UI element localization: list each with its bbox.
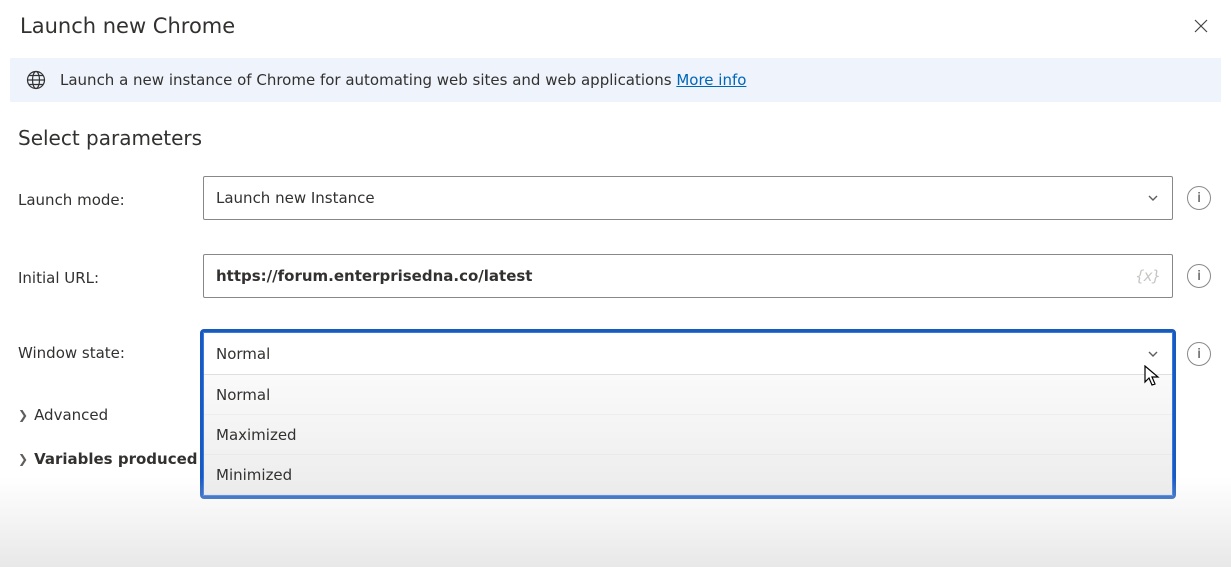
chevron-down-icon [1146,191,1160,205]
window-state-value: Normal [216,345,270,363]
window-state-label: Window state: [18,332,193,362]
initial-url-info-button[interactable]: i [1187,264,1211,288]
section-title: Select parameters [18,126,1213,150]
launch-mode-select[interactable]: Launch new Instance [203,176,1173,220]
initial-url-label: Initial URL: [18,265,193,287]
chevron-down-icon [1146,347,1160,361]
chevron-right-icon: ❯ [18,452,28,466]
globe-icon [26,70,46,90]
info-bar: Launch a new instance of Chrome for auto… [10,58,1221,102]
close-button[interactable] [1191,16,1211,36]
info-text: Launch a new instance of Chrome for auto… [60,71,746,89]
window-state-option-normal[interactable]: Normal [204,375,1172,415]
window-state-option-maximized[interactable]: Maximized [204,415,1172,455]
initial-url-value: https://forum.enterprisedna.co/latest [216,267,1135,285]
info-icon: i [1197,191,1201,206]
launch-mode-label: Launch mode: [18,187,193,209]
launch-mode-info-button[interactable]: i [1187,186,1211,210]
chevron-right-icon: ❯ [18,408,28,422]
window-state-dropdown-list: Normal Maximized Minimized [204,375,1172,495]
more-info-link[interactable]: More info [676,71,746,89]
initial-url-input[interactable]: https://forum.enterprisedna.co/latest {x… [203,254,1173,298]
info-icon: i [1197,347,1201,362]
window-state-option-minimized[interactable]: Minimized [204,455,1172,495]
window-state-select[interactable]: Normal Normal Maximized Minimized [203,332,1173,496]
variable-token-icon[interactable]: {x} [1135,267,1160,285]
launch-mode-value: Launch new Instance [216,189,375,207]
dialog-title: Launch new Chrome [20,14,235,38]
close-icon [1194,19,1208,33]
window-state-info-button[interactable]: i [1187,342,1211,366]
info-icon: i [1197,269,1201,284]
